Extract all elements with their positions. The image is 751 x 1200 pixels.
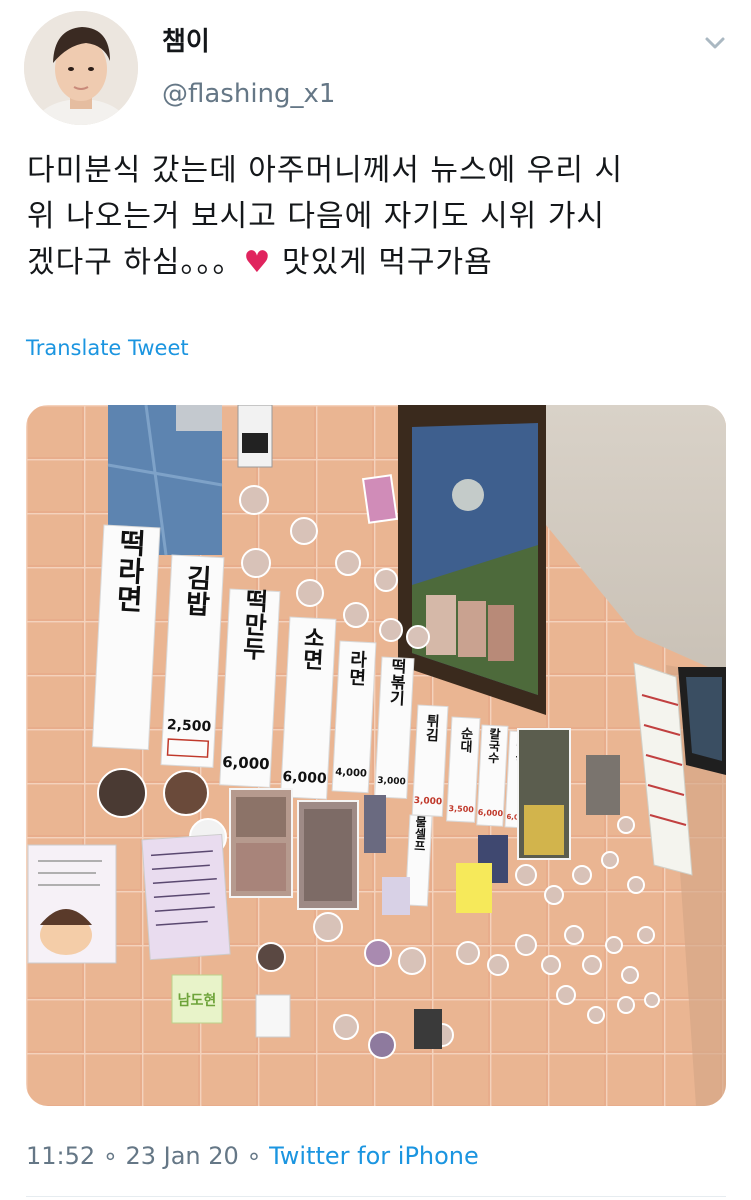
menu-sign: 떡라면 <box>91 524 161 751</box>
menu-price: 3,000 <box>377 776 406 787</box>
name-sticker-text: 남도현 <box>178 992 217 1009</box>
menu-price: 6,000 <box>222 753 270 773</box>
menu-name: 떡볶기 <box>386 657 408 707</box>
menu-sign: 김밥 2,500 <box>160 554 225 768</box>
more-options-button[interactable] <box>700 28 730 58</box>
tweet-text-line: 겠다구 하심。。。♥ 맛있게 먹구가욤 <box>27 240 727 286</box>
tweet-source-link[interactable]: Twitter for iPhone <box>269 1142 479 1170</box>
menu-price: 3,500 <box>448 804 474 814</box>
display-name[interactable]: 챔이 <box>162 26 210 58</box>
heart-emoji-icon: ♥ <box>243 245 272 280</box>
menu-name: 김밥 <box>180 563 213 617</box>
tweet-text-line: 다미분식 갔는데 아주머니께서 뉴스에 우리 시 <box>27 153 624 188</box>
meta-separator: ∘ <box>95 1142 126 1170</box>
menu-name: 물셀프 <box>412 815 428 852</box>
tweet-text: 다미분식 갔는데 아주머니께서 뉴스에 우리 시 위 나오는거 보시고 다음에 … <box>27 148 727 286</box>
translate-tweet-link[interactable]: Translate Tweet <box>26 334 189 362</box>
menu-price: 6,000 <box>478 808 504 818</box>
menu-sign: 떡볶기 3,000 <box>374 656 415 800</box>
menu-name: 떡만두 <box>237 588 269 661</box>
menu-price: 2,500 <box>167 717 212 735</box>
menu-sign: 라면 4,000 <box>331 640 377 794</box>
tweet-time: 11:52 <box>26 1142 96 1170</box>
chevron-down-icon <box>705 37 725 49</box>
meta-separator: ∘ <box>238 1142 270 1170</box>
menu-price: 3,000 <box>413 796 442 807</box>
menu-price: 4,000 <box>335 767 367 780</box>
menu-name: 라면 <box>345 649 368 686</box>
tweet-date: 23 Jan 20 <box>125 1142 239 1170</box>
tweet-photo[interactable]: 떡라면 김밥 2,500 떡만두 6,000 소면 6,000 라면 4,000… <box>26 405 726 1106</box>
menu-sign: 소면 6,000 <box>280 616 337 800</box>
menu-sign: 칼국수 6,000 <box>476 724 509 827</box>
name-sticker: 남도현 <box>171 974 223 1024</box>
restaurant-wall-photo: 떡라면 김밥 2,500 떡만두 6,000 소면 6,000 라면 4,000… <box>26 405 726 1106</box>
sticky-note <box>456 863 492 913</box>
tweet-text-fragment: 겠다구 하심。。。 <box>27 245 244 280</box>
menu-name: 소면 <box>298 626 325 672</box>
tweet-meta: 11:52 ∘ 23 Jan 20 ∘ Twitter for iPhone <box>26 1140 479 1172</box>
tweet-text-line: 위 나오는거 보시고 다음에 자기도 시위 가시 <box>27 199 606 234</box>
avatar[interactable] <box>24 11 138 125</box>
menu-price: 6,000 <box>282 769 327 787</box>
menu-name: 튀김 <box>423 713 441 743</box>
divider <box>26 1196 726 1197</box>
tweet-text-fragment: 맛있게 먹구가욤 <box>271 245 493 280</box>
menu-sign: 튀김 3,000 <box>411 704 449 817</box>
avatar-image <box>24 11 138 125</box>
menu-sign: 떡만두 6,000 <box>219 588 281 788</box>
menu-sign: 순대 3,500 <box>446 716 481 823</box>
user-handle[interactable]: @flashing_x1 <box>162 78 335 110</box>
menu-name: 순대 <box>457 726 473 754</box>
menu-name-char: 떡라면 <box>111 527 148 613</box>
framed-picture <box>398 405 546 715</box>
menu-name: 칼국수 <box>486 727 502 765</box>
